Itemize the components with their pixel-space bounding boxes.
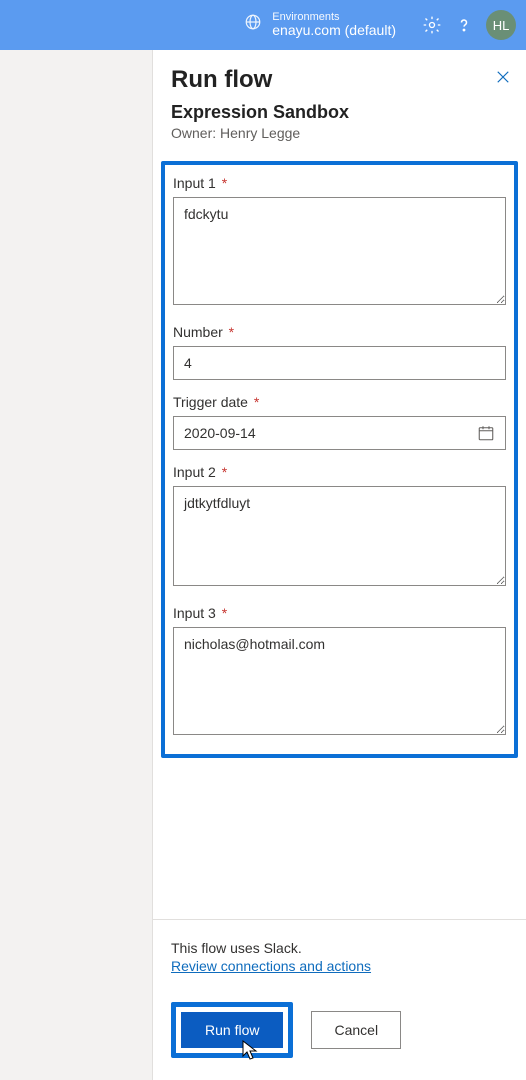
inputs-highlight: Input 1 * Number * Trigger date * 2020-0…: [161, 161, 518, 758]
cancel-button[interactable]: Cancel: [311, 1011, 401, 1049]
review-connections-link[interactable]: Review connections and actions: [171, 958, 371, 974]
settings-button[interactable]: [416, 15, 448, 35]
environment-text: Environments enayu.com (default): [272, 11, 396, 38]
environment-picker[interactable]: Environments enayu.com (default): [244, 11, 396, 38]
cursor-icon: [242, 1040, 258, 1060]
panel-footer: This flow uses Slack. Review connections…: [153, 919, 526, 1080]
avatar-initials: HL: [493, 18, 510, 33]
input1-textarea[interactable]: [173, 197, 506, 305]
required-mark: *: [218, 175, 227, 191]
flow-owner: Owner: Henry Legge: [171, 125, 508, 141]
calendar-icon: [477, 424, 495, 442]
help-button[interactable]: [448, 15, 480, 35]
trigger-date-value: 2020-09-14: [184, 425, 477, 441]
label-trigger-date: Trigger date *: [173, 394, 506, 410]
help-icon: [454, 15, 474, 35]
close-icon: [494, 68, 512, 86]
field-input1: Input 1 *: [173, 175, 506, 310]
required-mark: *: [250, 394, 259, 410]
field-number: Number *: [173, 324, 506, 380]
field-input2: Input 2 *: [173, 464, 506, 591]
environment-value: enayu.com (default): [272, 23, 396, 38]
connections-text: This flow uses Slack.: [171, 940, 508, 956]
label-input3: Input 3 *: [173, 605, 506, 621]
label-input1: Input 1 *: [173, 175, 506, 191]
field-input3: Input 3 *: [173, 605, 506, 740]
app-header: Environments enayu.com (default) HL: [0, 0, 526, 50]
panel-title: Run flow: [171, 66, 508, 94]
flow-name: Expression Sandbox: [171, 102, 508, 123]
run-button-highlight: Run flow: [171, 1002, 293, 1058]
input3-textarea[interactable]: [173, 627, 506, 735]
button-row: Run flow Cancel: [171, 1002, 508, 1058]
run-flow-panel: Run flow Expression Sandbox Owner: Henry…: [152, 50, 526, 1080]
panel-header: Run flow Expression Sandbox Owner: Henry…: [153, 50, 526, 149]
number-input[interactable]: [173, 346, 506, 380]
required-mark: *: [225, 324, 234, 340]
required-mark: *: [218, 464, 227, 480]
run-flow-button[interactable]: Run flow: [181, 1012, 283, 1048]
label-number: Number *: [173, 324, 506, 340]
user-avatar[interactable]: HL: [486, 10, 516, 40]
trigger-date-input[interactable]: 2020-09-14: [173, 416, 506, 450]
input2-textarea[interactable]: [173, 486, 506, 586]
gear-icon: [422, 15, 442, 35]
environment-label: Environments: [272, 11, 396, 23]
globe-icon: [244, 13, 262, 36]
field-trigger-date: Trigger date * 2020-09-14: [173, 394, 506, 450]
required-mark: *: [218, 605, 227, 621]
close-button[interactable]: [494, 68, 512, 91]
label-input2: Input 2 *: [173, 464, 506, 480]
